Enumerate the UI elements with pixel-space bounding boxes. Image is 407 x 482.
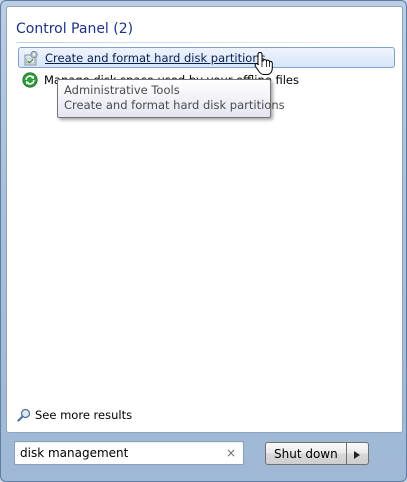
power-controls: Shut down [265,442,369,465]
see-more-results-label: See more results [35,408,133,422]
tooltip-line-description: Create and format hard disk partitions [64,98,285,112]
tooltip-line-title: Administrative Tools [64,83,180,97]
chevron-right-icon [354,444,361,463]
group-header-control-panel[interactable]: Control Panel (2) [16,21,133,37]
clear-search-icon[interactable]: × [224,446,238,460]
admin-tools-icon [23,50,39,66]
shutdown-options-button[interactable] [346,442,369,465]
result-item-label: Create and format hard disk partitions [45,50,266,65]
sync-center-icon [22,71,38,88]
group-divider [16,42,393,43]
search-results-pane: Control Panel (2) Manage disk space used… [6,6,403,433]
magnifier-icon [17,408,31,422]
start-menu: Control Panel (2) Manage disk space used… [0,0,407,482]
tooltip: Administrative Tools Create and format h… [57,79,285,118]
see-more-results-link[interactable]: See more results [17,408,132,422]
search-input[interactable] [15,442,220,464]
result-item-disk-partitions[interactable]: Create and format hard disk partitions [18,47,395,68]
search-box[interactable]: × [14,441,244,465]
hand-cursor-icon [253,51,275,77]
shutdown-button[interactable]: Shut down [265,442,347,465]
